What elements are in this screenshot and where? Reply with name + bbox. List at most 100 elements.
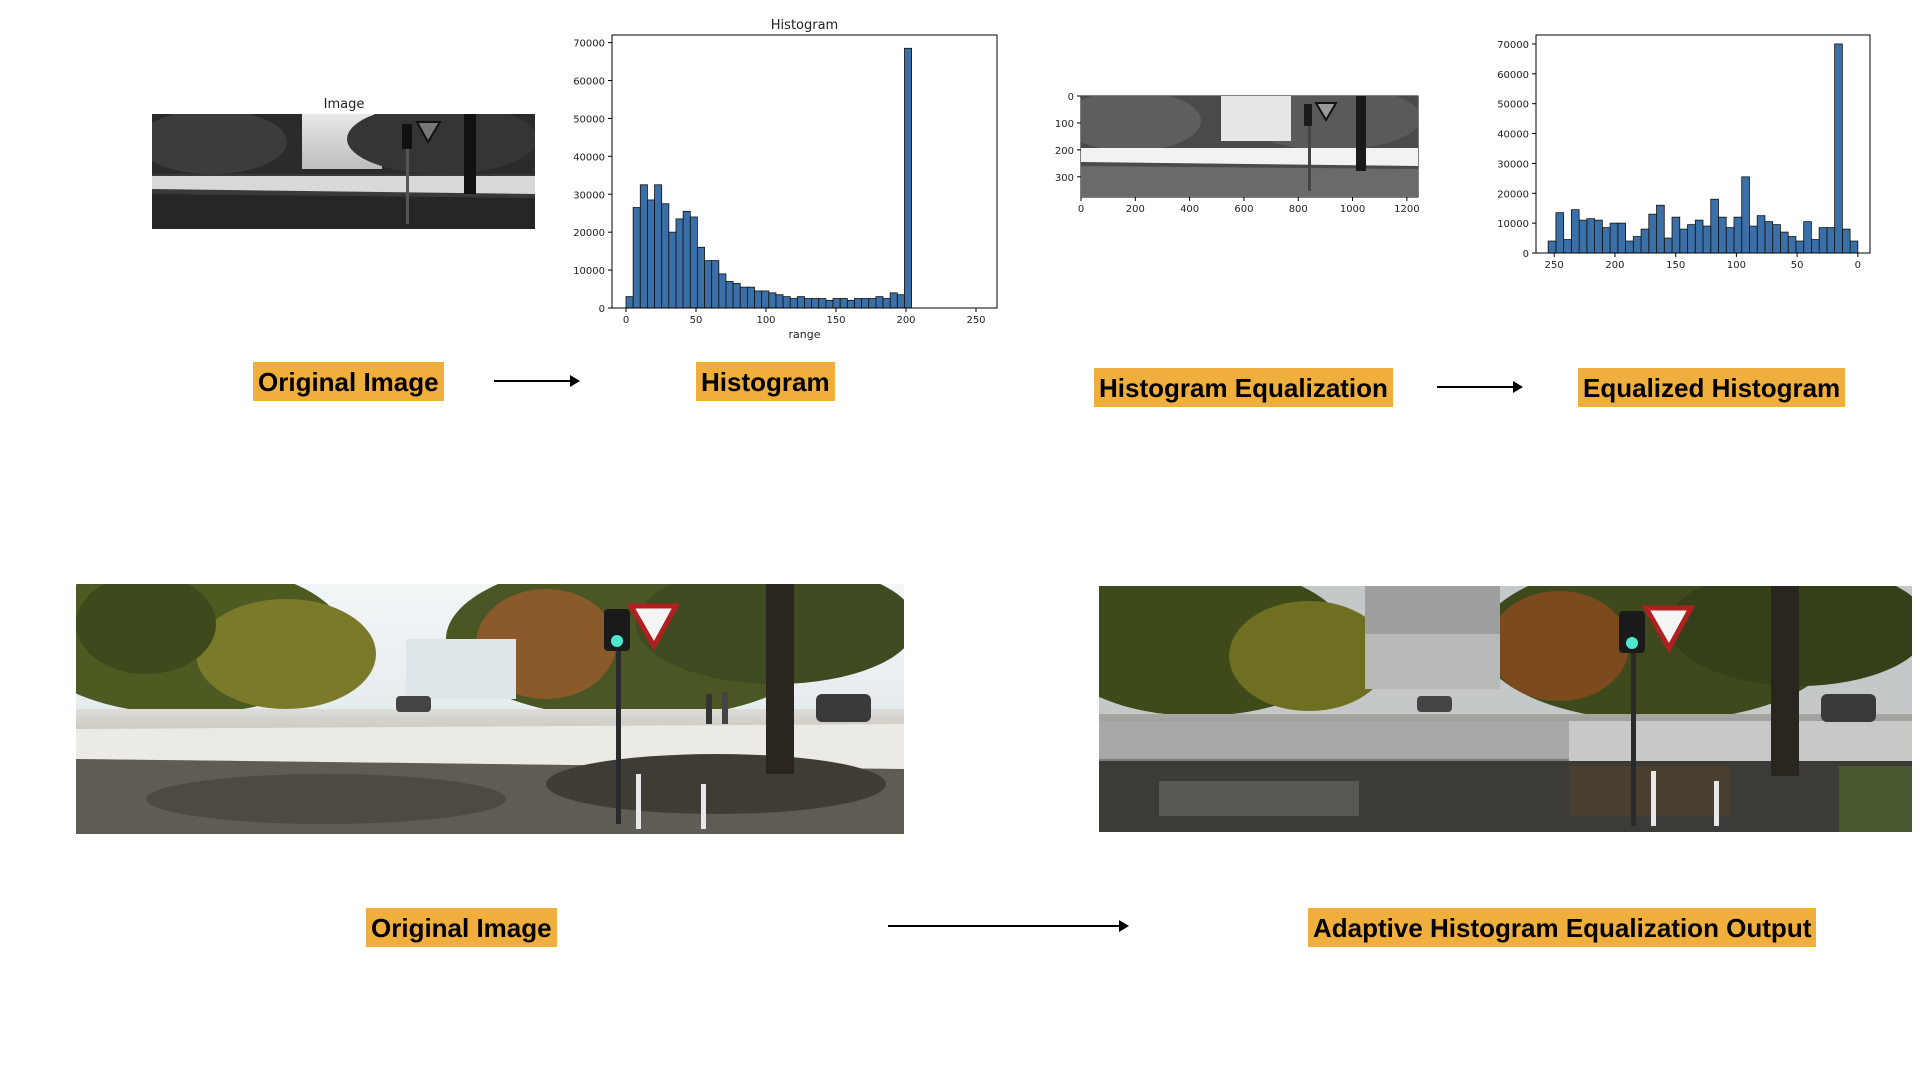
x-tick-label: 150 <box>1666 260 1685 271</box>
x-tick-label: 250 <box>1545 260 1564 271</box>
histogram-equalized-image <box>1081 96 1418 197</box>
label-histogram-equalization: Histogram Equalization <box>1094 368 1393 407</box>
y-tick-label: 10000 <box>573 266 605 277</box>
histogram-bar <box>1563 239 1572 254</box>
x-tick-label: 0 <box>1855 260 1861 271</box>
x-tick-label: 1000 <box>1340 204 1365 215</box>
histogram-bar <box>889 292 898 309</box>
y-tick-label: 70000 <box>1497 40 1529 51</box>
histogram-chart: 0 50 100 150 200 250 0 10000 20000 30000 40000 5000… <box>560 14 1000 344</box>
adaptive-equalization-output-image <box>1099 586 1912 832</box>
histogram-bar <box>782 296 791 309</box>
histogram-bar <box>1756 215 1766 254</box>
x-tick-label: 200 <box>1605 260 1624 271</box>
y-tick-label: 100 <box>1055 119 1074 130</box>
original-color-image <box>76 584 904 834</box>
histogram-bar <box>818 298 827 309</box>
histogram-bar <box>775 294 784 309</box>
x-tick-label: 0 <box>1078 204 1084 215</box>
equalized-histogram-chart: 250 200 150 100 50 0 0 10000 20000 30000 40000 5000… <box>1480 24 1900 286</box>
label-adaptive-output: Adaptive Histogram Equalization Output <box>1308 908 1817 947</box>
y-tick-label: 30000 <box>573 190 605 201</box>
histogram-bar <box>1671 216 1681 254</box>
histogram-bar <box>1818 227 1828 254</box>
histogram-bar <box>1694 219 1704 254</box>
x-tick-label: 200 <box>1126 204 1145 215</box>
histogram-bar <box>1787 236 1797 254</box>
histogram-bar <box>1648 213 1657 254</box>
x-tick-label: 1200 <box>1394 204 1419 215</box>
histogram-bar <box>882 298 891 309</box>
histogram-bar <box>761 290 770 309</box>
histogram-bar <box>1586 218 1596 254</box>
histogram-bar <box>1617 222 1626 254</box>
histogram-bar <box>839 298 848 309</box>
x-tick-label: 800 <box>1289 204 1308 215</box>
y-tick-label: 30000 <box>1497 159 1529 170</box>
histogram-bar <box>1702 225 1712 254</box>
x-tick-label: 400 <box>1180 204 1199 215</box>
histogram-bar <box>875 296 884 309</box>
histogram-bar <box>739 286 748 309</box>
x-tick-label: 100 <box>1727 260 1746 271</box>
histogram-bar <box>1772 224 1781 254</box>
histogram-bar <box>854 298 863 309</box>
x-axis-label: range <box>789 328 821 341</box>
histogram-bar <box>696 246 705 309</box>
y-tick-label: 40000 <box>573 152 605 163</box>
histogram-bar <box>1609 222 1619 254</box>
x-tick-label: 50 <box>690 315 703 326</box>
histogram-bar <box>1632 236 1642 254</box>
label-original-image-top: Original Image <box>253 362 444 401</box>
histogram-bar <box>639 184 648 309</box>
y-tick-label: 20000 <box>573 228 605 239</box>
histogram-bar <box>1764 221 1774 254</box>
histogram-bar <box>1834 43 1843 254</box>
histogram-bar <box>682 210 691 309</box>
histogram-bar <box>1640 228 1650 254</box>
histogram-bar <box>789 298 798 309</box>
histogram-bar <box>811 298 820 309</box>
histogram-bar <box>796 296 805 309</box>
histogram-bar <box>1718 216 1727 254</box>
x-tick-label: 250 <box>966 315 985 326</box>
y-tick-label: 300 <box>1055 173 1074 184</box>
histogram-bar <box>689 216 698 309</box>
histogram-bar <box>1795 240 1805 254</box>
histogram-bar <box>1663 237 1673 254</box>
histogram-bar <box>1547 240 1557 254</box>
image-title: Image <box>323 97 365 112</box>
histogram-bar <box>1849 240 1859 254</box>
histogram-bar <box>1749 225 1758 254</box>
histogram-bar <box>625 296 634 309</box>
histogram-bar <box>654 184 663 309</box>
histogram-bar <box>725 281 734 309</box>
y-tick-label: 20000 <box>1497 189 1529 200</box>
x-tick-label: 100 <box>756 315 775 326</box>
x-tick-label: 600 <box>1234 204 1253 215</box>
y-tick-label: 70000 <box>573 39 605 50</box>
histogram-bar <box>904 47 912 309</box>
x-tick-label: 150 <box>826 315 845 326</box>
histogram-bar <box>1601 227 1611 254</box>
histogram-bar <box>832 298 841 309</box>
histogram-bar <box>754 290 763 309</box>
histogram-bar <box>1555 212 1565 254</box>
histogram-bar <box>1710 198 1719 254</box>
x-tick-label: 0 <box>623 315 629 326</box>
histogram-bar <box>1570 209 1580 254</box>
histogram-bar <box>868 298 877 309</box>
histogram-bar <box>647 199 655 309</box>
y-tick-label: 0 <box>599 304 605 315</box>
y-tick-label: 50000 <box>573 114 605 125</box>
histogram-bar <box>1780 231 1789 254</box>
histogram-bar <box>718 273 727 309</box>
histogram-bar <box>746 286 755 309</box>
histogram-bar <box>675 218 684 309</box>
label-histogram: Histogram <box>696 362 835 401</box>
histogram-bar <box>896 294 905 309</box>
arrow-icon <box>888 920 1129 932</box>
histogram-bar <box>1741 176 1750 254</box>
histogram-bar <box>1578 219 1588 254</box>
arrow-icon <box>1437 381 1523 393</box>
